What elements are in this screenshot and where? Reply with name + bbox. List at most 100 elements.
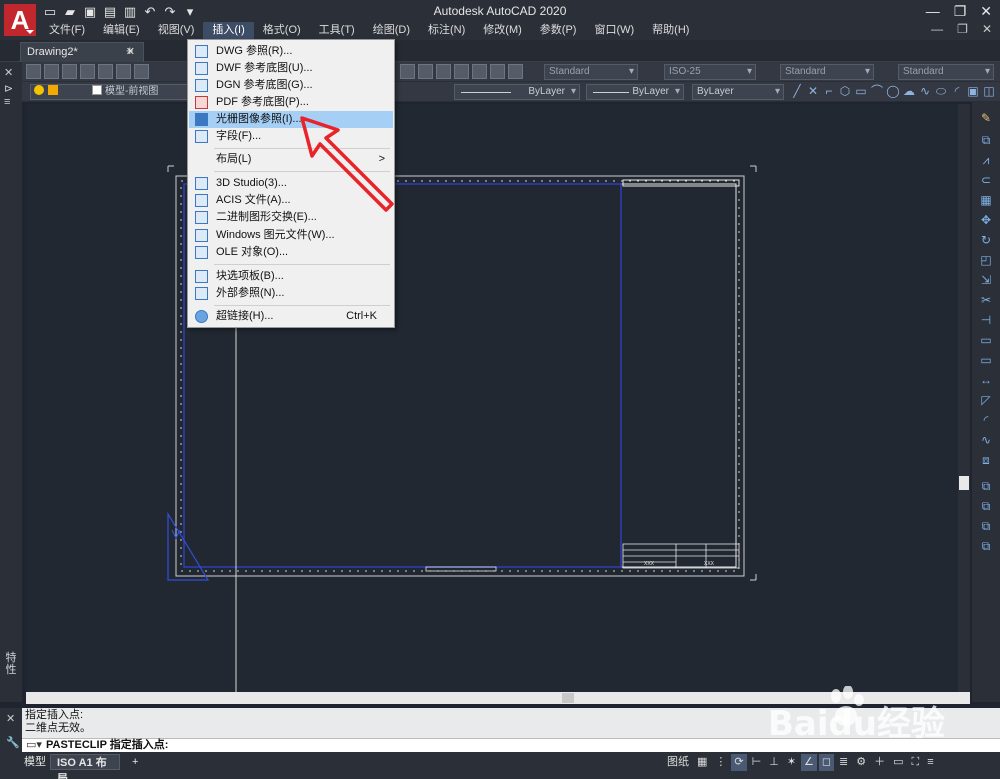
annotation-scale-icon[interactable]: ＋	[871, 754, 888, 771]
blend-icon[interactable]: ∿	[978, 432, 994, 448]
menu-view[interactable]: 视图(V)	[149, 22, 204, 39]
tool-palettes-icon[interactable]	[436, 64, 451, 79]
ortho-icon[interactable]: ⊥	[766, 754, 782, 771]
palette-pin-icon[interactable]: ⊳	[4, 82, 13, 95]
circle-icon[interactable]: ◯	[886, 84, 900, 99]
snap-icon[interactable]: ⋮	[712, 754, 729, 771]
rotate-icon[interactable]: ↻	[978, 232, 994, 248]
menu-draw[interactable]: 绘图(D)	[364, 22, 419, 39]
menu-window[interactable]: 窗口(W)	[585, 22, 643, 39]
new-tab-button[interactable]: +	[126, 42, 134, 60]
ellipse-icon[interactable]: ⬭	[934, 84, 948, 99]
multileader-style-select[interactable]: Standard	[898, 64, 994, 80]
join-icon[interactable]: ↔	[978, 372, 994, 388]
explode-icon[interactable]: ⧈	[978, 452, 994, 468]
make-block-icon[interactable]: ◫	[982, 84, 996, 99]
command-close-icon[interactable]: ✕	[6, 712, 15, 725]
design-center-icon[interactable]	[418, 64, 433, 79]
object-snap-icon[interactable]: ◻	[818, 754, 835, 771]
menu-item-ole-object[interactable]: OLE 对象(O)...	[189, 244, 393, 261]
menu-item-pdf-underlay[interactable]: PDF 参考底图(P)...	[189, 94, 393, 111]
draworder-back-icon[interactable]: ⧉	[978, 498, 994, 514]
tab-iso-a1-layout[interactable]: ISO A1 布局	[50, 754, 120, 779]
restore-button[interactable]: ❐	[954, 2, 967, 20]
isometric-icon[interactable]: ∠	[801, 754, 817, 771]
extend-icon[interactable]: ⊣	[978, 312, 994, 328]
lineweight-icon[interactable]: ≣	[836, 754, 851, 771]
text-style-select[interactable]: Standard	[544, 64, 638, 80]
save-file-icon[interactable]	[44, 64, 59, 79]
draworder-above-icon[interactable]: ⧉	[978, 518, 994, 534]
menu-parametric[interactable]: 参数(P)	[531, 22, 586, 39]
horizontal-scroll-thumb[interactable]	[562, 693, 574, 703]
break-icon[interactable]: ▭	[978, 332, 994, 348]
menu-insert[interactable]: 插入(I)	[203, 22, 254, 39]
array-icon[interactable]: ▦	[978, 192, 994, 208]
doc-minimize-button[interactable]: —	[931, 22, 943, 36]
menu-file[interactable]: 文件(F)	[40, 22, 94, 39]
tab-model[interactable]: 模型	[18, 754, 52, 770]
markup-icon[interactable]	[472, 64, 487, 79]
isolate-objects-icon[interactable]: ▭	[890, 754, 906, 771]
fillet-icon[interactable]: ◜	[978, 412, 994, 428]
menu-dimension[interactable]: 标注(N)	[419, 22, 474, 39]
command-customize-icon[interactable]: 🔧	[6, 736, 20, 749]
line-icon[interactable]: ╱	[790, 84, 804, 99]
doc-close-button[interactable]: ✕	[982, 22, 992, 36]
infer-constraints-icon[interactable]: ⟳	[731, 754, 747, 771]
menu-item-dwf-underlay[interactable]: DWF 参考底图(U)...	[189, 60, 393, 77]
draworder-under-icon[interactable]: ⧉	[978, 538, 994, 554]
properties-palette-label[interactable]: 特性	[4, 652, 18, 676]
polyline-icon[interactable]: ⌐	[822, 84, 836, 99]
menu-item-dgn-underlay[interactable]: DGN 参考底图(G)...	[189, 77, 393, 94]
close-button[interactable]: ✕	[980, 2, 992, 20]
insert-block-icon[interactable]: ▣	[966, 84, 980, 99]
mirror-icon[interactable]: ⩘	[978, 152, 994, 168]
draworder-front-icon[interactable]: ⧉	[978, 478, 994, 494]
menu-item-windows-metafile[interactable]: Windows 图元文件(W)...	[189, 227, 393, 244]
paper-space-toggle[interactable]: 图纸	[664, 754, 692, 771]
erase-icon[interactable]: ✎	[978, 110, 994, 126]
calculator-icon[interactable]	[490, 64, 505, 79]
lineweight-select[interactable]: ByLayer	[692, 84, 784, 100]
grid-icon[interactable]: ▦	[694, 754, 710, 771]
doc-restore-button[interactable]: ❐	[957, 22, 968, 36]
command-prompt-icon[interactable]: ▭▾	[26, 739, 42, 752]
menu-item-external-references[interactable]: 外部参照(N)...	[189, 285, 393, 302]
ellipse-arc-icon[interactable]: ◜	[950, 84, 964, 99]
construction-line-icon[interactable]: ✕	[806, 84, 820, 99]
properties-icon[interactable]	[400, 64, 415, 79]
copy-icon[interactable]	[134, 64, 149, 79]
polar-tracking-icon[interactable]: ✶	[784, 754, 799, 771]
cut-icon[interactable]	[116, 64, 131, 79]
copy-object-icon[interactable]: ⧉	[978, 132, 994, 148]
rectangle-icon[interactable]: ▭	[854, 84, 868, 99]
add-layout-button[interactable]: +	[126, 754, 144, 770]
dynamic-input-icon[interactable]: ⊢	[749, 754, 765, 771]
spline-icon[interactable]: ∿	[918, 84, 932, 99]
publish-icon[interactable]	[98, 64, 113, 79]
revision-cloud-icon[interactable]: ☁	[902, 84, 916, 99]
move-icon[interactable]: ✥	[978, 212, 994, 228]
color-select[interactable]: ByLayer	[454, 84, 580, 100]
vertical-scroll-thumb[interactable]	[959, 476, 969, 490]
table-style-select[interactable]: Standard	[780, 64, 874, 80]
plot-icon[interactable]	[62, 64, 77, 79]
trim-icon[interactable]: ✂	[978, 292, 994, 308]
menu-format[interactable]: 格式(O)	[254, 22, 310, 39]
open-file-icon[interactable]	[26, 64, 41, 79]
menu-help[interactable]: 帮助(H)	[643, 22, 698, 39]
workspace-gear-icon[interactable]: ⚙	[853, 754, 869, 771]
palette-close-icon[interactable]: ✕	[4, 66, 13, 79]
menu-item-block-palette[interactable]: 块选项板(B)...	[189, 268, 393, 285]
minimize-button[interactable]: —	[926, 2, 940, 20]
customization-icon[interactable]: ≡	[924, 754, 936, 771]
menu-tools[interactable]: 工具(T)	[310, 22, 364, 39]
linetype-select[interactable]: ByLayer	[586, 84, 684, 100]
arc-icon[interactable]: ⌒	[870, 84, 884, 99]
help-icon[interactable]	[508, 64, 523, 79]
break-at-point-icon[interactable]: ▭	[978, 352, 994, 368]
chamfer-icon[interactable]: ◸	[978, 392, 994, 408]
palette-menu-icon[interactable]: ≡	[4, 96, 10, 108]
fullscreen-icon[interactable]: ⛶	[909, 754, 923, 771]
